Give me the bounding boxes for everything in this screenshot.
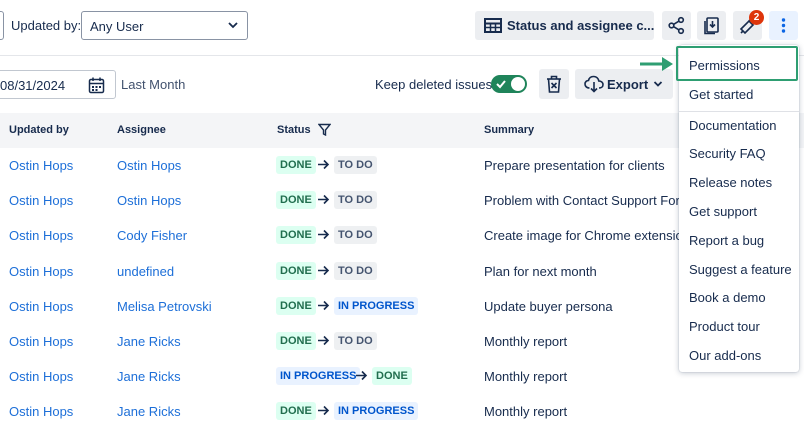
arrow-right-icon [640, 57, 673, 71]
summary-text: Prepare presentation for clients [484, 158, 665, 173]
arrow-right-icon [318, 300, 330, 311]
arrow-right-icon [318, 194, 330, 205]
assignee-link[interactable]: Jane Ricks [117, 334, 181, 349]
updated-by-link[interactable]: Ostin Hops [9, 404, 73, 419]
assignee-link[interactable]: Jane Ricks [117, 369, 181, 384]
status-to-lozenge: TO DO [334, 191, 377, 209]
column-header-status[interactable]: Status [277, 124, 311, 136]
document-import-icon [704, 17, 719, 35]
status-from-lozenge: DONE [276, 262, 316, 280]
menu-item-security-faq[interactable]: Security FAQ [689, 146, 766, 161]
cloud-download-icon [584, 75, 604, 93]
menu-item-report-a-bug[interactable]: Report a bug [689, 233, 764, 248]
toggle-knob [511, 77, 525, 91]
arrow-right-icon [356, 370, 368, 381]
arrow-right-icon [318, 335, 330, 346]
updated-by-select[interactable]: Any User [81, 11, 248, 40]
column-header-assignee[interactable]: Assignee [117, 124, 166, 136]
assignee-link[interactable]: Melisa Petrovski [117, 299, 212, 314]
table-row: Ostin Hops Jane Ricks DONE IN PROGRESS Month… [0, 394, 804, 429]
status-to-lozenge: TO DO [334, 156, 377, 174]
updated-by-link[interactable]: Ostin Hops [9, 193, 73, 208]
menu-item-our-add-ons[interactable]: Our add-ons [689, 348, 761, 363]
date-range-label: Last Month [121, 77, 186, 92]
status-to-lozenge: TO DO [334, 226, 377, 244]
more-options-menu: Permissions Get started Documentation Secur… [679, 45, 799, 372]
assignee-link[interactable]: undefined [117, 264, 174, 279]
permissions-highlight [676, 46, 798, 81]
updated-by-link[interactable]: Ostin Hops [9, 264, 73, 279]
arrow-right-icon [318, 229, 330, 240]
updated-by-link[interactable]: Ostin Hops [9, 158, 73, 173]
status-to-lozenge: TO DO [334, 332, 377, 350]
updated-by-label: Updated by: [11, 18, 82, 33]
assignee-link[interactable]: Cody Fisher [117, 228, 187, 243]
menu-item-documentation[interactable]: Documentation [689, 118, 776, 133]
status-from-lozenge: DONE [276, 332, 316, 350]
status-to-lozenge: TO DO [334, 262, 377, 280]
updated-by-value: Any User [90, 19, 144, 34]
status-from-lozenge: IN PROGRESS [276, 367, 361, 385]
status-to-lozenge: IN PROGRESS [334, 402, 419, 420]
more-options-button[interactable] [769, 11, 798, 40]
updated-by-link[interactable]: Ostin Hops [9, 369, 73, 384]
arrow-right-icon [318, 159, 330, 170]
more-vertical-icon [781, 18, 786, 33]
status-from-lozenge: DONE [276, 226, 316, 244]
summary-text: Update buyer persona [484, 299, 613, 314]
updated-by-link[interactable]: Ostin Hops [9, 299, 73, 314]
summary-text: Plan for next month [484, 264, 597, 279]
filter-icon[interactable] [318, 123, 331, 136]
assignee-link[interactable]: Jane Ricks [117, 404, 181, 419]
status-from-lozenge: DONE [276, 191, 316, 209]
summary-text: Monthly report [484, 334, 568, 349]
status-to-lozenge: DONE [372, 367, 412, 385]
calendar-icon[interactable] [88, 77, 105, 94]
assignee-link[interactable]: Ostin Hops [117, 193, 181, 208]
menu-item-release-notes[interactable]: Release notes [689, 175, 772, 190]
updated-by-link[interactable]: Ostin Hops [9, 228, 73, 243]
menu-item-book-a-demo[interactable]: Book a demo [689, 290, 766, 305]
saved-view-button[interactable]: Status and assignee c... [475, 11, 654, 40]
status-from-lozenge: DONE [276, 156, 316, 174]
status-from-lozenge: DONE [276, 402, 316, 420]
deleted-issues-button[interactable] [539, 69, 569, 99]
arrow-right-icon [318, 405, 330, 416]
assignee-link[interactable]: Ostin Hops [117, 158, 181, 173]
share-icon [668, 16, 685, 35]
column-header-updated-by[interactable]: Updated by [9, 124, 69, 136]
export-label: Export [607, 77, 649, 92]
menu-item-get-support[interactable]: Get support [689, 204, 757, 219]
chevron-down-icon [653, 81, 663, 87]
export-button[interactable]: Export [575, 69, 673, 99]
status-from-lozenge: DONE [276, 297, 316, 315]
arrow-right-icon [318, 265, 330, 276]
notification-count-badge: 2 [749, 10, 764, 25]
summary-text: Create image for Chrome extension [484, 228, 690, 243]
menu-item-get-started[interactable]: Get started [689, 87, 753, 102]
keep-deleted-toggle[interactable] [491, 75, 527, 93]
end-date-input[interactable]: 08/31/2024 [0, 70, 116, 99]
end-date-value: 08/31/2024 [0, 78, 66, 93]
updated-by-link[interactable]: Ostin Hops [9, 334, 73, 349]
collapsed-filter-field[interactable] [0, 11, 4, 40]
menu-item-product-tour[interactable]: Product tour [689, 319, 760, 334]
check-icon [496, 80, 506, 89]
table-icon [484, 18, 502, 33]
summary-text: Problem with Contact Support Forr [484, 193, 685, 208]
summary-text: Monthly report [484, 369, 568, 384]
keep-deleted-label: Keep deleted issues [375, 77, 493, 92]
saved-view-label: Status and assignee c... [507, 18, 655, 33]
trash-icon [547, 75, 561, 93]
summary-text: Monthly report [484, 404, 568, 419]
annotation-arrow [640, 56, 674, 72]
column-header-summary[interactable]: Summary [484, 124, 534, 136]
menu-divider [679, 111, 799, 112]
chevron-down-icon [228, 22, 238, 29]
share-button[interactable] [662, 11, 691, 40]
status-to-lozenge: IN PROGRESS [334, 297, 419, 315]
menu-item-suggest-a-feature[interactable]: Suggest a feature [689, 262, 792, 277]
import-button[interactable] [697, 11, 726, 40]
